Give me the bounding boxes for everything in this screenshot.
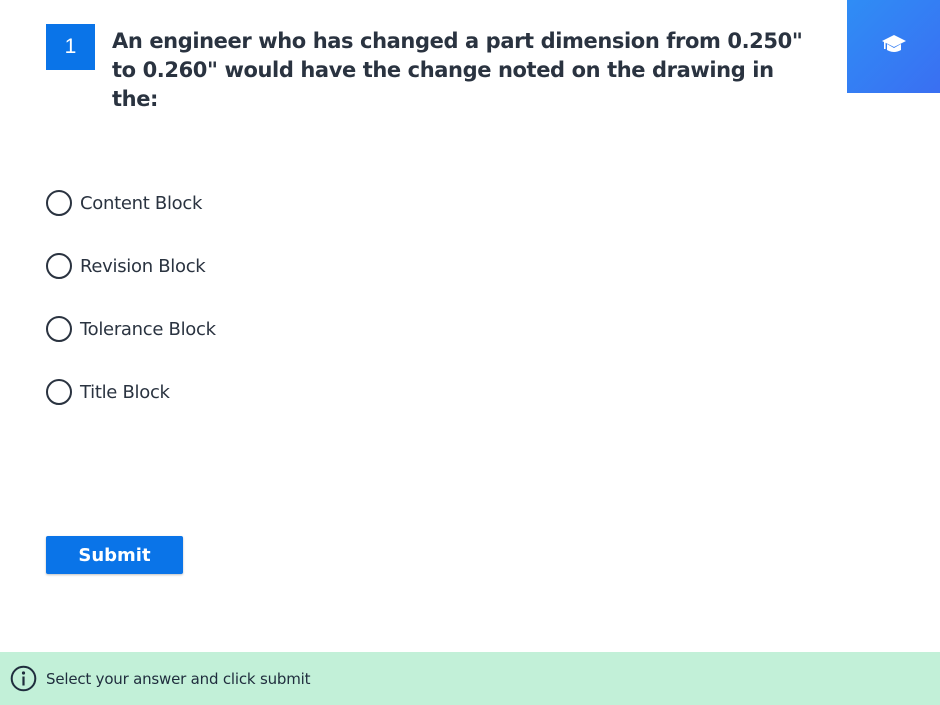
option-title-block[interactable]: Title Block bbox=[46, 376, 216, 408]
answer-options: Content Block Revision Block Tolerance B… bbox=[46, 187, 216, 439]
status-text: Select your answer and click submit bbox=[46, 669, 311, 688]
submit-button[interactable]: Submit bbox=[46, 536, 183, 574]
option-label: Content Block bbox=[80, 192, 203, 214]
question-text: An engineer who has changed a part dimen… bbox=[112, 29, 803, 111]
option-label: Revision Block bbox=[80, 255, 206, 277]
option-content-block[interactable]: Content Block bbox=[46, 187, 216, 219]
option-revision-block[interactable]: Revision Block bbox=[46, 250, 216, 282]
option-label: Tolerance Block bbox=[80, 318, 216, 340]
radio-button[interactable] bbox=[46, 379, 72, 405]
info-icon bbox=[10, 665, 37, 692]
graduation-cap-icon bbox=[880, 30, 908, 63]
radio-button[interactable] bbox=[46, 190, 72, 216]
radio-button[interactable] bbox=[46, 316, 72, 342]
option-label: Title Block bbox=[80, 381, 170, 403]
radio-button[interactable] bbox=[46, 253, 72, 279]
brand-badge bbox=[847, 0, 940, 93]
question-number: 1 bbox=[46, 24, 95, 70]
option-tolerance-block[interactable]: Tolerance Block bbox=[46, 313, 216, 345]
status-bar: Select your answer and click submit bbox=[0, 652, 940, 705]
